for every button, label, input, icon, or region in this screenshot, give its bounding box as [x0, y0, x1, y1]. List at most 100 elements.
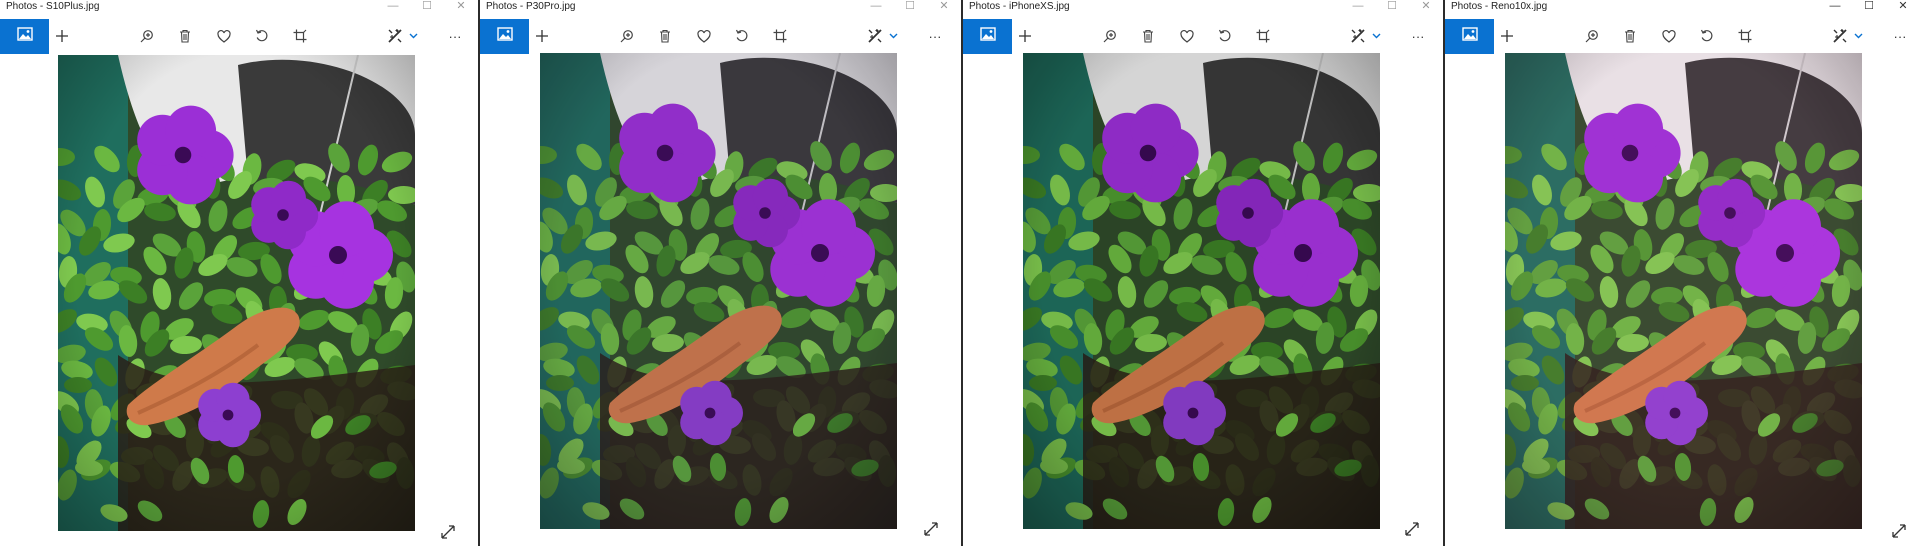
- collection-icon: [16, 27, 33, 46]
- minimize-button[interactable]: —: [859, 0, 893, 15]
- photos-window-p30pro: Photos - P30Pro.jpg — ☐ ✕ ···: [480, 0, 961, 546]
- add-icon: [535, 29, 549, 43]
- toolbar: ···: [963, 17, 1443, 54]
- more-button[interactable]: ···: [442, 23, 468, 49]
- zoom-icon: [1103, 29, 1117, 43]
- maximize-button[interactable]: ☐: [893, 0, 927, 15]
- favorite-icon: [217, 29, 231, 43]
- edit-dropdown-button[interactable]: [885, 23, 901, 49]
- rotate-icon: [735, 29, 749, 43]
- flower-photo: [1505, 53, 1862, 529]
- crop-button[interactable]: [1250, 23, 1276, 49]
- minimize-button[interactable]: —: [1341, 0, 1375, 15]
- favorite-button[interactable]: [211, 23, 237, 49]
- edit-dropdown-button[interactable]: [1368, 23, 1384, 49]
- delete-button[interactable]: [1135, 23, 1161, 49]
- rotate-button[interactable]: [1694, 23, 1720, 49]
- zoom-button[interactable]: [614, 23, 640, 49]
- close-button[interactable]: ✕: [444, 0, 478, 15]
- favorite-icon: [697, 29, 711, 43]
- flower-photo: [540, 53, 897, 529]
- minimize-button[interactable]: —: [376, 0, 410, 15]
- favorite-button[interactable]: [691, 23, 717, 49]
- desktop: Photos - S10Plus.jpg — ☐ ✕ ··· Photos - …: [0, 0, 1920, 546]
- rotate-button[interactable]: [249, 23, 275, 49]
- more-icon: ···: [1893, 28, 1907, 44]
- chevron-down-icon: [409, 33, 418, 39]
- more-button[interactable]: ···: [922, 23, 948, 49]
- flower-photo: [1023, 53, 1380, 529]
- edit-dropdown-button[interactable]: [1850, 23, 1866, 49]
- crop-button[interactable]: [287, 23, 313, 49]
- add-button[interactable]: [1012, 23, 1038, 49]
- more-icon: ···: [928, 28, 942, 44]
- delete-button[interactable]: [172, 23, 198, 49]
- rotate-icon: [1700, 29, 1714, 43]
- collection-button[interactable]: [480, 19, 529, 54]
- toolbar: ···: [1445, 17, 1920, 54]
- add-icon: [1500, 29, 1514, 43]
- collection-button[interactable]: [963, 19, 1012, 54]
- photos-window-s10plus: Photos - S10Plus.jpg — ☐ ✕ ···: [0, 0, 478, 546]
- zoom-button[interactable]: [134, 23, 160, 49]
- favorite-button[interactable]: [1656, 23, 1682, 49]
- window-controls: — ☐ ✕: [1341, 0, 1443, 15]
- more-icon: ···: [1411, 28, 1425, 44]
- toolbar: ···: [0, 17, 478, 54]
- zoom-icon: [620, 29, 634, 43]
- delete-button[interactable]: [652, 23, 678, 49]
- add-button[interactable]: [529, 23, 555, 49]
- edit-create-icon: [1350, 28, 1366, 44]
- zoom-button[interactable]: [1579, 23, 1605, 49]
- zoom-icon: [140, 29, 154, 43]
- collection-icon: [496, 27, 513, 46]
- add-icon: [1018, 29, 1032, 43]
- crop-icon: [1738, 29, 1752, 43]
- zoom-button[interactable]: [1097, 23, 1123, 49]
- photo-viewer[interactable]: [58, 55, 415, 531]
- more-button[interactable]: ···: [1887, 23, 1913, 49]
- add-button[interactable]: [49, 23, 75, 49]
- expand-icon[interactable]: [920, 518, 942, 540]
- edit-dropdown-button[interactable]: [405, 23, 421, 49]
- collection-button[interactable]: [0, 19, 49, 54]
- maximize-button[interactable]: ☐: [410, 0, 444, 15]
- window-controls: — ☐ ✕: [1818, 0, 1920, 15]
- crop-icon: [773, 29, 787, 43]
- close-button[interactable]: ✕: [927, 0, 961, 15]
- close-button[interactable]: ✕: [1886, 0, 1920, 15]
- minimize-button[interactable]: —: [1818, 0, 1852, 15]
- edit-create-icon: [867, 28, 883, 44]
- chevron-down-icon: [889, 33, 898, 39]
- delete-icon: [1624, 29, 1636, 43]
- collection-icon: [979, 27, 996, 46]
- edit-create-icon: [1832, 28, 1848, 44]
- zoom-icon: [1585, 29, 1599, 43]
- rotate-icon: [1218, 29, 1232, 43]
- favorite-button[interactable]: [1174, 23, 1200, 49]
- favorite-icon: [1662, 29, 1676, 43]
- close-button[interactable]: ✕: [1409, 0, 1443, 15]
- expand-icon[interactable]: [437, 521, 459, 543]
- rotate-button[interactable]: [729, 23, 755, 49]
- delete-icon: [659, 29, 671, 43]
- chevron-down-icon: [1854, 33, 1863, 39]
- flower-photo: [58, 55, 415, 531]
- edit-create-icon: [387, 28, 403, 44]
- expand-icon[interactable]: [1401, 518, 1423, 540]
- rotate-button[interactable]: [1212, 23, 1238, 49]
- crop-button[interactable]: [1732, 23, 1758, 49]
- photo-viewer[interactable]: [540, 53, 897, 529]
- photo-viewer[interactable]: [1505, 53, 1862, 529]
- expand-icon[interactable]: [1888, 520, 1910, 542]
- chevron-down-icon: [1372, 33, 1381, 39]
- add-button[interactable]: [1494, 23, 1520, 49]
- collection-button[interactable]: [1445, 19, 1494, 54]
- toolbar: ···: [480, 17, 961, 54]
- maximize-button[interactable]: ☐: [1852, 0, 1886, 15]
- delete-button[interactable]: [1617, 23, 1643, 49]
- photo-viewer[interactable]: [1023, 53, 1380, 529]
- more-button[interactable]: ···: [1405, 23, 1431, 49]
- crop-button[interactable]: [767, 23, 793, 49]
- maximize-button[interactable]: ☐: [1375, 0, 1409, 15]
